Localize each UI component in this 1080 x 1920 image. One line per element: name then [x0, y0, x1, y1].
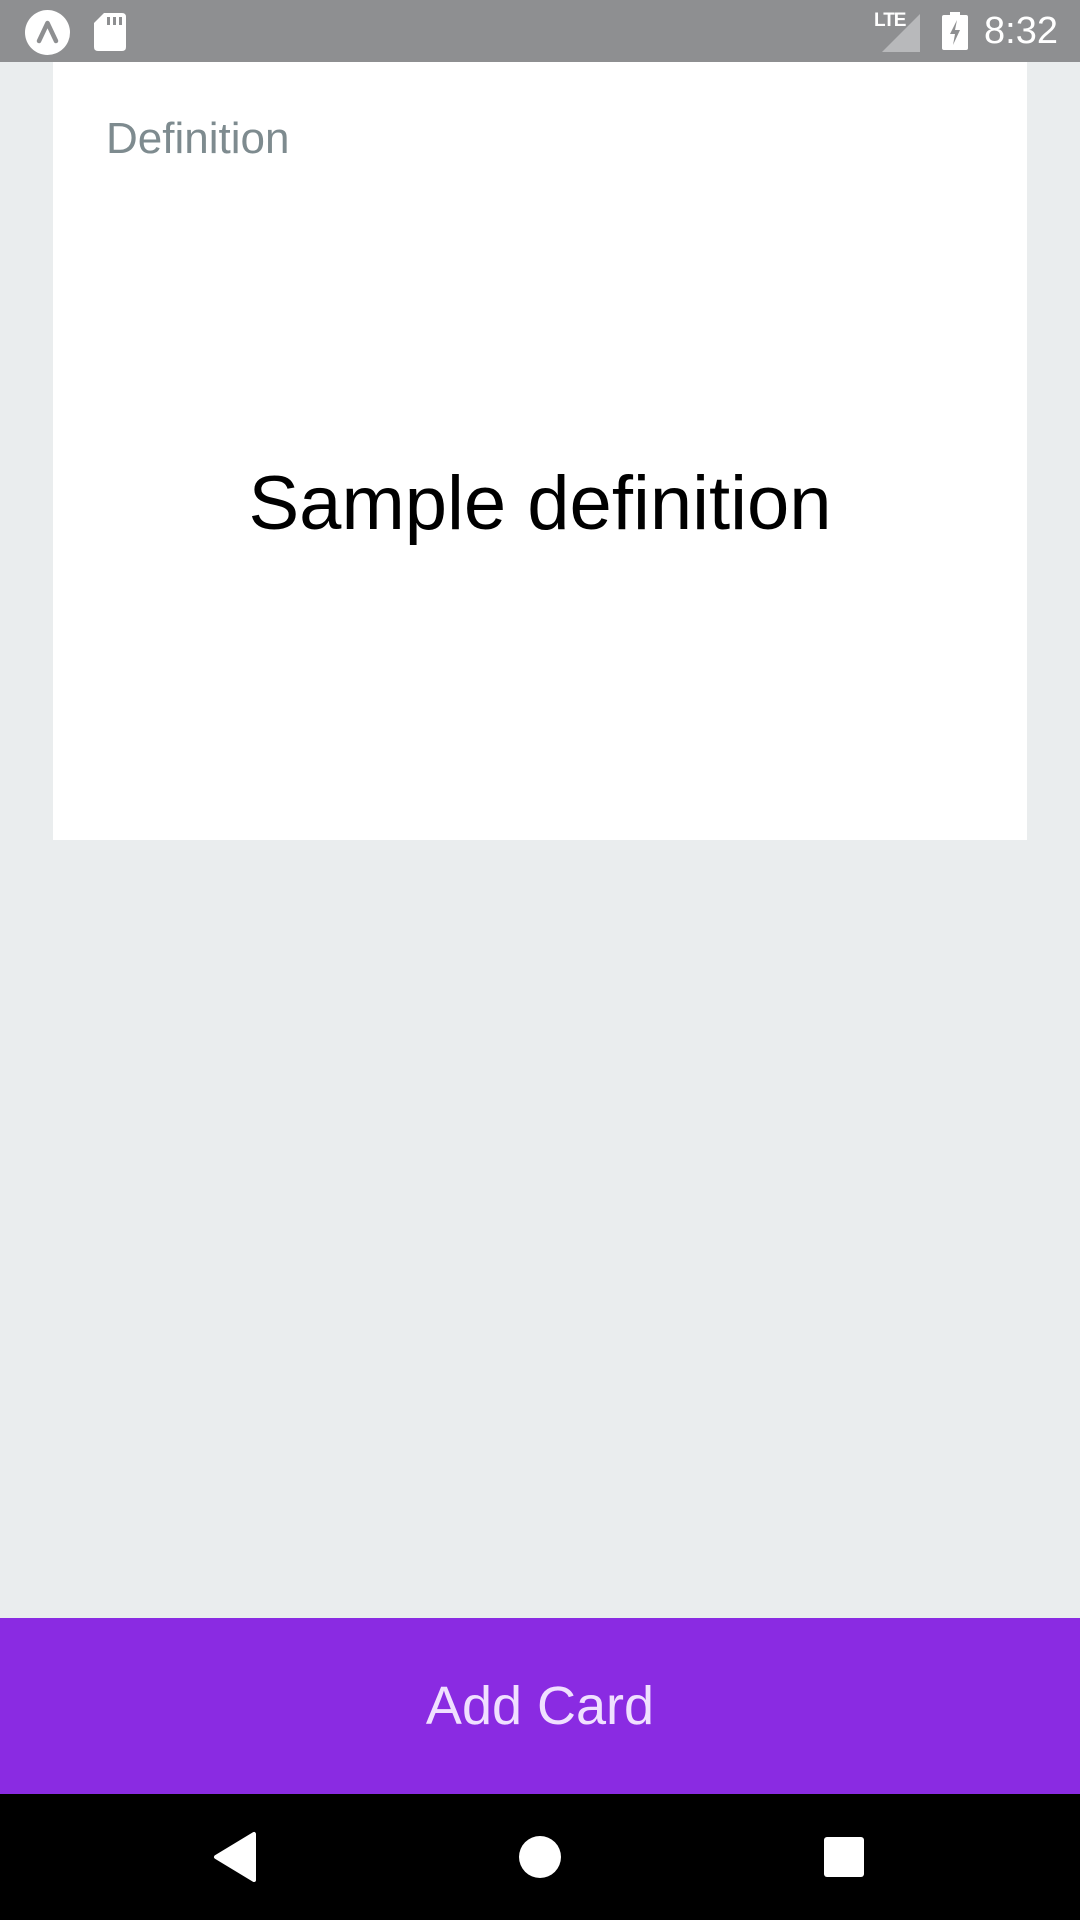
- card-content-text: Sample definition: [248, 461, 832, 546]
- add-card-label: Add Card: [425, 1676, 655, 1736]
- status-bar: LTE 8:32: [0, 0, 1080, 62]
- status-time: 8:32: [984, 10, 1058, 52]
- navigation-bar: [0, 1794, 1080, 1920]
- battery-charging-icon: [942, 12, 968, 50]
- home-circle-icon[interactable]: [480, 1794, 600, 1920]
- add-card-button[interactable]: Add Card: [0, 1618, 1080, 1794]
- back-triangle-icon[interactable]: [176, 1794, 296, 1920]
- recents-square-icon[interactable]: [784, 1794, 904, 1920]
- flashcard[interactable]: Definition Sample definition: [53, 62, 1027, 840]
- cell-signal-icon: [882, 14, 920, 52]
- sd-card-icon: [94, 13, 126, 51]
- expo-caret-icon: [25, 10, 70, 55]
- card-side-label: Definition: [106, 114, 290, 163]
